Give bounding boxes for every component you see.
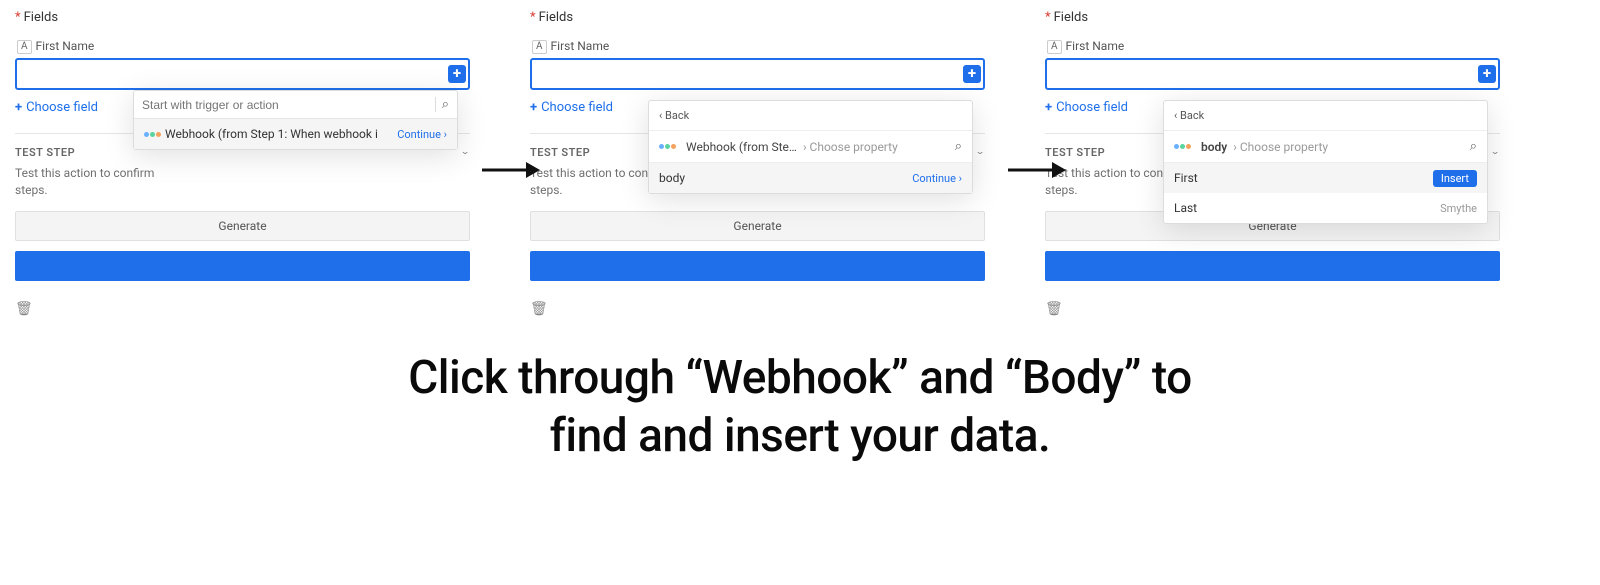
property-value: Smythe	[1440, 202, 1477, 215]
test-step-section: TEST STEP ⌄ Test this action to confirm …	[15, 133, 470, 281]
back-button[interactable]: ‹ Back	[659, 109, 689, 122]
webhook-icon	[659, 144, 676, 149]
search-icon[interactable]: ⌕	[1470, 139, 1477, 154]
popover-search-input[interactable]	[142, 98, 435, 112]
primary-action-button[interactable]	[1045, 251, 1500, 281]
popover-path: Webhook (from Ste… › Choose property ⌕	[649, 131, 972, 163]
popover-item-last[interactable]: Last Smythe	[1164, 193, 1487, 223]
panel-step-3: *Fields AFirst Name + + Choose field TES…	[1045, 10, 1500, 317]
field-label: AFirst Name	[17, 39, 470, 54]
panel-step-1: *Fields AFirst Name + + Choose field TES…	[15, 10, 470, 317]
continue-link[interactable]: Continue ›	[912, 172, 962, 185]
webhook-icon	[144, 132, 161, 137]
chevron-down-icon[interactable]: ⌄	[1490, 146, 1500, 156]
popover-breadcrumb: ‹ Back	[649, 101, 972, 131]
insert-data-icon[interactable]: +	[448, 65, 466, 83]
popover-item-body[interactable]: body Continue ›	[649, 163, 972, 193]
trash-icon[interactable]: 🗑	[1045, 301, 1500, 317]
webhook-icon	[1174, 144, 1191, 149]
plus-icon: +	[15, 100, 22, 115]
fields-heading: *Fields	[15, 10, 470, 25]
required-asterisk: *	[1045, 10, 1051, 25]
plus-icon: +	[530, 100, 537, 115]
field-type-chip: A	[17, 40, 32, 54]
continue-link[interactable]: Continue ›	[397, 128, 447, 141]
first-name-input[interactable]: +	[530, 58, 985, 90]
popover-search-row: ⌕	[134, 91, 457, 119]
fields-heading: *Fields	[530, 10, 985, 25]
field-label: AFirst Name	[1047, 39, 1500, 54]
caption-text: Click through “Webhook” and “Body” to fi…	[0, 350, 1600, 465]
data-picker-popover: ⌕ Webhook (from Step 1: When webhook i C…	[133, 90, 458, 150]
generate-button[interactable]: Generate	[15, 211, 470, 241]
required-asterisk: *	[530, 10, 536, 25]
trash-icon[interactable]: 🗑	[530, 301, 985, 317]
arrow-right-icon	[1006, 155, 1066, 192]
popover-breadcrumb: ‹ Back	[1164, 101, 1487, 131]
search-icon[interactable]: ⌕	[955, 139, 962, 154]
choose-field-button[interactable]: + Choose field	[530, 100, 613, 115]
popover-path: body › Choose property ⌕	[1164, 131, 1487, 163]
search-icon[interactable]: ⌕	[435, 97, 449, 112]
chevron-down-icon[interactable]: ⌄	[975, 146, 985, 156]
primary-action-button[interactable]	[530, 251, 985, 281]
panel-step-2: *Fields AFirst Name + + Choose field TES…	[530, 10, 985, 317]
insert-button[interactable]: Insert	[1433, 172, 1477, 185]
primary-action-button[interactable]	[15, 251, 470, 281]
insert-data-icon[interactable]: +	[963, 65, 981, 83]
data-picker-popover: ‹ Back body › Choose property ⌕ First In…	[1163, 100, 1488, 224]
popover-item-webhook[interactable]: Webhook (from Step 1: When webhook i Con…	[134, 119, 457, 149]
field-type-chip: A	[1047, 40, 1062, 54]
field-label: AFirst Name	[532, 39, 985, 54]
required-asterisk: *	[15, 10, 21, 25]
field-type-chip: A	[532, 40, 547, 54]
back-button[interactable]: ‹ Back	[1174, 109, 1204, 122]
plus-icon: +	[1045, 100, 1052, 115]
insert-data-icon[interactable]: +	[1478, 65, 1496, 83]
data-picker-popover: ‹ Back Webhook (from Ste… › Choose prope…	[648, 100, 973, 194]
fields-heading: *Fields	[1045, 10, 1500, 25]
popover-item-first[interactable]: First Insert	[1164, 163, 1487, 193]
choose-field-button[interactable]: + Choose field	[1045, 100, 1128, 115]
first-name-input[interactable]: +	[15, 58, 470, 90]
chevron-down-icon[interactable]: ⌄	[460, 146, 470, 156]
first-name-input[interactable]: +	[1045, 58, 1500, 90]
arrow-right-icon	[480, 155, 540, 192]
test-step-desc: Test this action to confirm steps.	[15, 165, 470, 199]
generate-button[interactable]: Generate	[530, 211, 985, 241]
choose-field-button[interactable]: + Choose field	[15, 100, 98, 115]
trash-icon[interactable]: 🗑	[15, 301, 470, 317]
